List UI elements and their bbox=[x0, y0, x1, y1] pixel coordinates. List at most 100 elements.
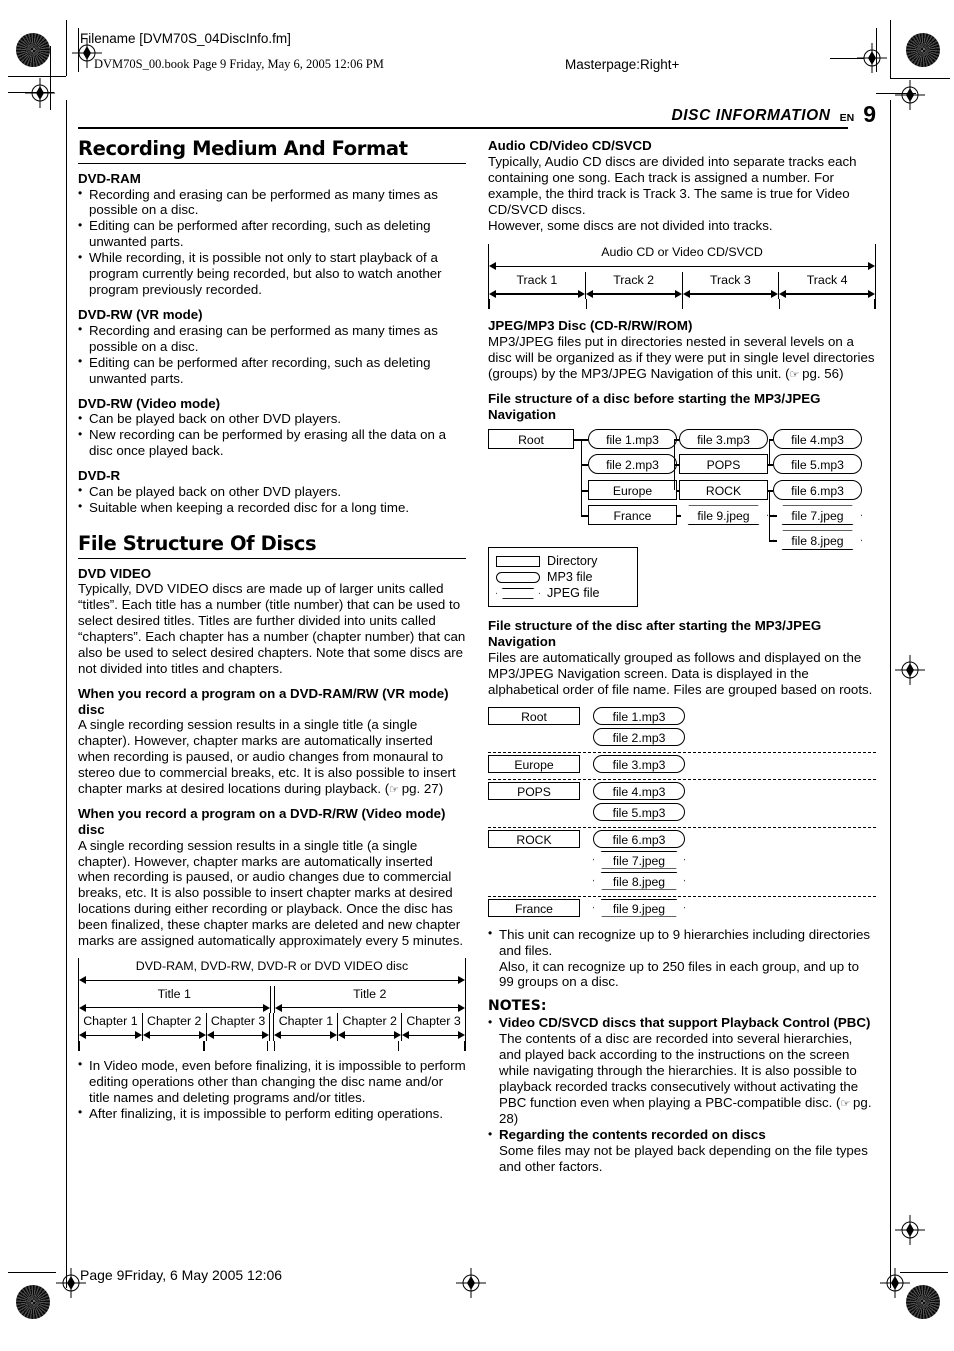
section-title-file-structure: File Structure Of Discs bbox=[78, 531, 317, 555]
list-item: Editing can be performed after recording… bbox=[78, 218, 466, 250]
bullet-list-dvd-rw-vr: Recording and erasing can be performed a… bbox=[78, 322, 466, 387]
tree-node-rock: ROCK bbox=[679, 480, 768, 501]
paragraph-audio-cd: Typically, Audio CD discs are divided in… bbox=[488, 153, 857, 217]
diagram-chapter-cell: Chapter 3 bbox=[401, 1013, 465, 1041]
diagram-disc-arrow bbox=[489, 261, 875, 272]
diagram-chapter-label: Chapter 1 bbox=[83, 1014, 138, 1029]
diagram-chapter-label: Chapter 1 bbox=[278, 1014, 334, 1029]
diagram-title-cell: Title 2 bbox=[274, 986, 465, 1014]
tree-node-file2: file 2.mp3 bbox=[588, 454, 677, 475]
crop-line bbox=[890, 20, 891, 78]
mp3-file-shape-icon bbox=[496, 571, 540, 583]
imposition-filename: Filename [DVM70S_04DiscInfo.fm] bbox=[80, 31, 291, 46]
group-node-directory: France bbox=[488, 898, 580, 917]
document-page: Filename [DVM70S_04DiscInfo.fm] DVM70S_0… bbox=[0, 0, 954, 1351]
registration-mark-bottom-middle-right bbox=[895, 1215, 925, 1245]
crop-line bbox=[50, 46, 51, 110]
tree-connector bbox=[769, 439, 773, 441]
registration-mark-bottom-center bbox=[456, 1268, 486, 1298]
heading-dvd-ram: DVD-RAM bbox=[78, 170, 141, 186]
legend-row-directory: Directory bbox=[496, 553, 630, 569]
diagram-track-cell: Track 3 bbox=[681, 271, 779, 300]
paragraph-structure-after: Files are automatically grouped as follo… bbox=[488, 649, 873, 697]
heading-audio-cd: Audio CD/Video CD/SVCD bbox=[488, 138, 652, 153]
file-group-diagram-after: Root file 1.mp3 file 2.mp3 Europe file 3… bbox=[488, 705, 876, 923]
paragraph-dvd-video: Typically, DVD VIDEO discs are made up o… bbox=[78, 581, 466, 677]
diagram-track-arrow bbox=[779, 288, 875, 299]
diagram-title-arrow bbox=[79, 1002, 270, 1013]
diagram-disc-label: Audio CD or Video CD/SVCD bbox=[601, 245, 763, 260]
group-node-directory: Europe bbox=[488, 754, 580, 773]
group-node-file: file 5.mp3 bbox=[593, 802, 685, 821]
directory-shape-icon bbox=[496, 555, 540, 567]
diagram-chapter-cell: Chapter 1 bbox=[274, 1013, 338, 1041]
left-column: Recording Medium And Format DVD-RAM Reco… bbox=[78, 138, 466, 1122]
tree-node-europe: Europe bbox=[588, 480, 677, 501]
tree-node-file5: file 5.mp3 bbox=[773, 454, 862, 475]
halftone-dot-bottom-left bbox=[16, 1285, 50, 1319]
registration-mark-middle-right bbox=[895, 655, 925, 685]
bullet-list-dvd-ram: Recording and erasing can be performed a… bbox=[78, 186, 466, 299]
group-node-file: file 6.mp3 bbox=[593, 829, 685, 848]
diagram-track-cell: Track 1 bbox=[489, 272, 585, 300]
group-dir-slot: ROCK bbox=[488, 829, 580, 848]
crop-line bbox=[8, 76, 66, 77]
diagram-chapter-label: Chapter 3 bbox=[210, 1014, 266, 1029]
group-dir-slot: France bbox=[488, 898, 580, 917]
group-dir-slot bbox=[488, 803, 580, 821]
bullet-list-dvd-r: Can be played back on other DVD players.… bbox=[78, 483, 466, 516]
group-node-file: file 8.jpeg bbox=[593, 872, 685, 890]
paragraph-audio-cd-2: However, some discs are not divided into… bbox=[488, 217, 773, 233]
tree-connector bbox=[769, 464, 773, 466]
heading-record-vr-mode: When you record a program on a DVD-RAM/R… bbox=[78, 686, 449, 717]
tree-connector bbox=[581, 439, 583, 516]
group-row: file 8.jpeg bbox=[488, 872, 876, 890]
pointing-hand-icon: ☞ bbox=[389, 783, 399, 797]
crop-line bbox=[66, 20, 67, 76]
file-group: POPS file 4.mp3 file 5.mp3 bbox=[488, 780, 876, 828]
list-item: Recording and erasing can be performed a… bbox=[78, 186, 466, 219]
group-node-file: file 2.mp3 bbox=[593, 727, 685, 746]
note-body: Some files may not be played back depend… bbox=[499, 1143, 868, 1174]
tree-connector bbox=[769, 490, 773, 492]
running-head: DISC INFORMATION EN 9 bbox=[78, 102, 876, 130]
tree-node-file8: file 8.jpeg bbox=[773, 530, 862, 550]
capacity-line-2: Also, it can recognize up to 250 files i… bbox=[499, 958, 859, 990]
diagram-track-cell: Track 4 bbox=[778, 271, 875, 300]
tree-connector bbox=[677, 515, 681, 517]
file-group: Root file 1.mp3 file 2.mp3 bbox=[488, 705, 876, 753]
diagram-title-cell: Title 1 bbox=[79, 986, 270, 1014]
heading-dvd-rw-video: DVD-RW (Video mode) bbox=[78, 395, 221, 411]
list-item: Regarding the contents recorded on discs… bbox=[488, 1127, 876, 1175]
page-edge-line-right bbox=[890, 100, 891, 1240]
diagram-chapter-arrow bbox=[142, 1030, 206, 1041]
title-chapter-diagram: DVD-RAM, DVD-RW, DVD-R or DVD VIDEO disc… bbox=[78, 958, 466, 1051]
pointing-hand-icon: ☞ bbox=[840, 1097, 850, 1111]
crop-line bbox=[890, 78, 950, 79]
tree-connector bbox=[769, 439, 771, 465]
imposition-footer: Page 9Friday, 6 May 2005 12:06 bbox=[80, 1267, 283, 1283]
tree-connector bbox=[677, 490, 679, 492]
heading-structure-after: File structure of the disc after startin… bbox=[488, 618, 822, 650]
bullet-list-dvd-rw-video: Can be played back on other DVD players.… bbox=[78, 411, 466, 459]
group-file-slot: file 6.mp3 bbox=[593, 829, 685, 848]
list-item: Can be played back on other DVD players. bbox=[78, 411, 466, 427]
group-file-slot: file 7.jpeg bbox=[593, 851, 685, 869]
file-group: ROCK file 6.mp3 file 7.jpeg file 8.jpeg bbox=[488, 828, 876, 897]
crop-line bbox=[876, 28, 877, 72]
diagram-track-arrow bbox=[489, 288, 585, 299]
diagram-disc-label: DVD-RAM, DVD-RW, DVD-R or DVD VIDEO disc bbox=[135, 959, 409, 974]
diagram-chapter-label: Chapter 2 bbox=[342, 1014, 397, 1029]
diagram-title-label: Title 2 bbox=[353, 986, 387, 1001]
diagram-chapter-arrow bbox=[274, 1030, 338, 1041]
tree-connector bbox=[581, 515, 588, 517]
group-node-file: file 1.mp3 bbox=[593, 706, 685, 725]
tree-connector bbox=[769, 515, 777, 517]
imposition-masterpage: Masterpage:Right+ bbox=[565, 57, 680, 72]
group-row: file 2.mp3 bbox=[488, 727, 876, 746]
tree-node-file7: file 7.jpeg bbox=[773, 505, 862, 525]
diagram-chapter-row: Chapter 1 Chapter 2 Chapter 3 Chapter 1 bbox=[79, 1013, 465, 1041]
halftone-dot-top-left bbox=[16, 33, 50, 67]
page-reference: pg. 27) bbox=[398, 781, 444, 797]
list-item: Video CD/SVCD discs that support Playbac… bbox=[488, 1015, 876, 1127]
